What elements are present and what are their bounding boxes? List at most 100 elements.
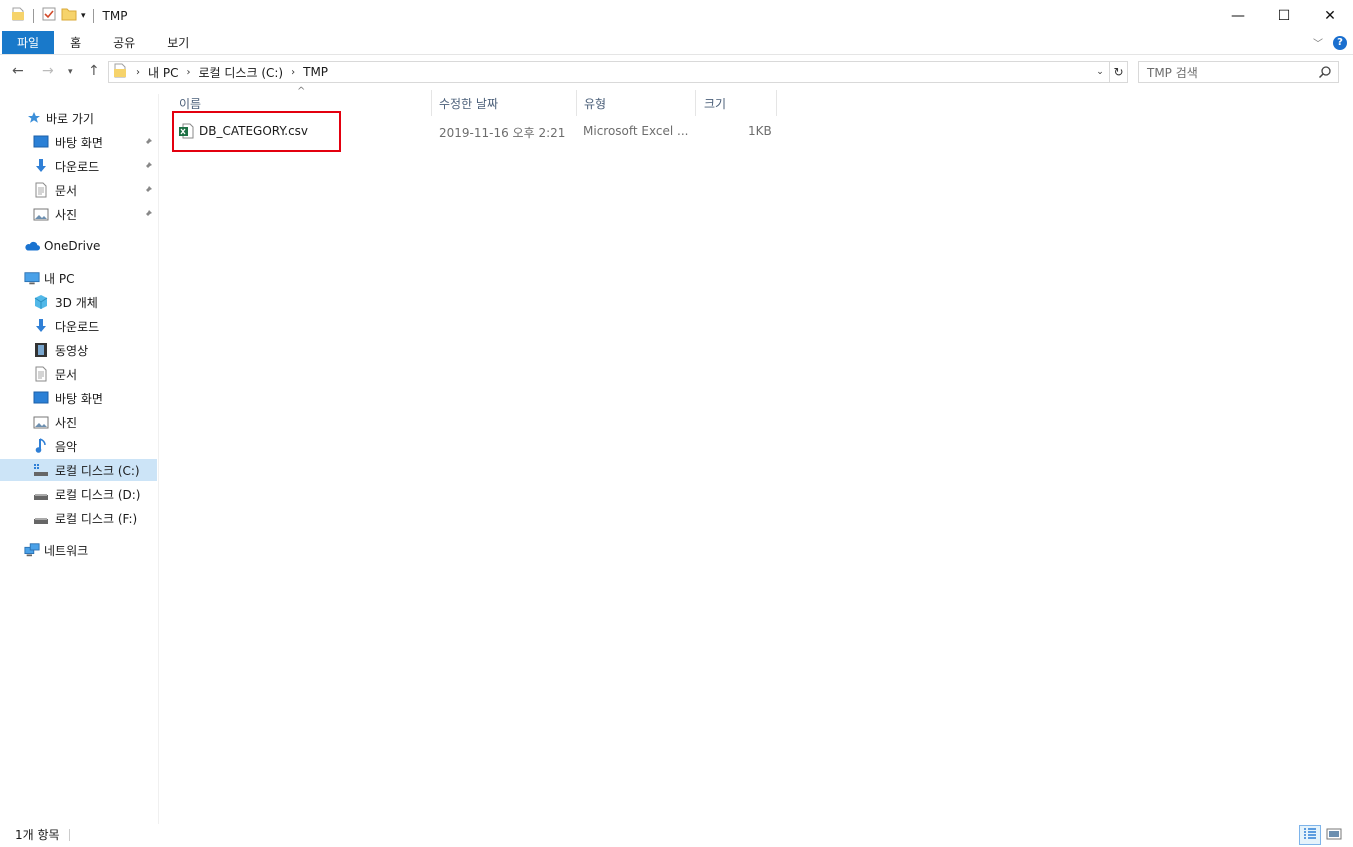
sidebar-item-pictures-pinned[interactable]: 사진 xyxy=(0,203,157,225)
up-arrow-icon[interactable]: ↑ xyxy=(88,63,100,79)
sidebar-item-downloads-pinned[interactable]: 다운로드 xyxy=(0,155,157,177)
drive-icon xyxy=(33,486,49,502)
sidebar-item-documents-pinned[interactable]: 문서 xyxy=(0,179,157,201)
file-type: Microsoft Excel ... xyxy=(583,124,689,138)
column-divider[interactable] xyxy=(776,90,777,116)
file-modified: 2019-11-16 오후 2:21 xyxy=(439,126,566,140)
sidebar-item-label: 내 PC xyxy=(44,271,75,286)
sidebar-item-quick-access[interactable]: 바로 가기 xyxy=(0,107,157,129)
sidebar-item-label: 다운로드 xyxy=(55,319,100,334)
details-view-icon xyxy=(1302,827,1318,844)
large-icons-view-button[interactable] xyxy=(1323,825,1345,845)
folder-icon xyxy=(112,63,128,82)
item-count: 1개 항목 xyxy=(15,828,60,842)
properties-icon[interactable] xyxy=(41,6,57,25)
pin-icon[interactable] xyxy=(143,160,153,174)
forward-arrow-icon[interactable]: → xyxy=(42,63,54,79)
breadcrumb-separator-icon[interactable]: › xyxy=(186,67,190,78)
network-icon xyxy=(24,542,40,558)
column-header-label: 유형 xyxy=(584,96,607,111)
minimize-button[interactable]: — xyxy=(1215,0,1261,31)
desktop-icon xyxy=(33,390,49,406)
details-view-button[interactable] xyxy=(1299,825,1321,845)
column-divider[interactable] xyxy=(431,90,432,116)
search-input[interactable]: TMP 검색 xyxy=(1138,61,1339,83)
sidebar-item-label: 문서 xyxy=(55,367,78,382)
document-icon xyxy=(33,366,49,382)
column-header-type[interactable]: 유형 xyxy=(584,90,694,116)
download-arrow-icon xyxy=(33,158,49,174)
quick-access-toolbar: ▾ xyxy=(10,6,97,25)
sidebar-item-label: 바로 가기 xyxy=(46,111,94,126)
sidebar-item-label: 로컬 디스크 (D:) xyxy=(55,487,141,502)
breadcrumb-local-disk[interactable]: 로컬 디스크 (C:) xyxy=(198,64,283,81)
highlight-box xyxy=(172,111,341,152)
sidebar-item-label: 3D 개체 xyxy=(55,295,98,310)
music-note-icon xyxy=(33,438,49,454)
sidebar-item-pictures[interactable]: 사진 xyxy=(0,411,157,433)
star-icon xyxy=(26,110,42,126)
tab-home[interactable]: 홈 xyxy=(54,31,97,54)
breadcrumb-tmp[interactable]: TMP xyxy=(303,65,328,79)
breadcrumb-separator-icon[interactable]: › xyxy=(136,67,140,78)
pin-icon[interactable] xyxy=(143,184,153,198)
download-arrow-icon xyxy=(33,318,49,334)
expand-ribbon-icon[interactable]: ﹀ xyxy=(1313,35,1323,50)
sidebar-item-desktop-pinned[interactable]: 바탕 화면 xyxy=(0,131,157,153)
sidebar-item-label: 사진 xyxy=(55,207,78,222)
sidebar-item-3d-objects[interactable]: 3D 개체 xyxy=(0,291,157,313)
new-folder-icon[interactable] xyxy=(61,6,77,25)
sidebar-item-music[interactable]: 음악 xyxy=(0,435,157,457)
sidebar-item-documents[interactable]: 문서 xyxy=(0,363,157,385)
recent-locations-icon[interactable]: ▾ xyxy=(68,67,73,77)
tab-file[interactable]: 파일 xyxy=(2,31,55,54)
pin-icon[interactable] xyxy=(143,208,153,222)
sidebar-item-local-disk-d[interactable]: 로컬 디스크 (D:) xyxy=(0,483,157,505)
folder-page-icon xyxy=(10,6,26,25)
sidebar-item-label: 로컬 디스크 (F:) xyxy=(55,511,138,526)
sidebar-item-videos[interactable]: 동영상 xyxy=(0,339,157,361)
tab-share[interactable]: 공유 xyxy=(97,31,151,54)
sidebar-item-onedrive[interactable]: OneDrive xyxy=(0,235,157,257)
help-icon[interactable]: ? xyxy=(1333,35,1347,50)
status-bar: 1개 항목 xyxy=(0,822,1353,847)
customize-toolbar-icon[interactable]: ▾ xyxy=(81,11,86,21)
column-header-label: 크기 xyxy=(704,96,727,111)
cube-icon xyxy=(33,294,49,310)
search-icon[interactable] xyxy=(1318,65,1332,82)
breadcrumb-this-pc[interactable]: 내 PC xyxy=(148,64,178,81)
breadcrumb-separator-icon[interactable]: › xyxy=(291,67,295,78)
pin-icon[interactable] xyxy=(143,136,153,150)
address-dropdown-icon[interactable]: ⌄ xyxy=(1091,67,1109,77)
sidebar-item-label: 바탕 화면 xyxy=(55,391,103,406)
large-icons-view-icon xyxy=(1326,827,1342,844)
close-button[interactable]: ✕ xyxy=(1307,0,1353,31)
column-divider[interactable] xyxy=(576,90,577,116)
refresh-icon[interactable]: ↻ xyxy=(1109,62,1127,82)
sidebar-item-label: 로컬 디스크 (C:) xyxy=(55,463,140,478)
sidebar-item-label: 동영상 xyxy=(55,343,89,358)
sidebar-item-label: 다운로드 xyxy=(55,159,100,174)
navigation-row: ← → ▾ ↑ › 내 PC › 로컬 디스크 (C:) › TMP ⌄ ↻ T… xyxy=(0,60,1353,86)
ribbon-tabs: 파일 홈 공유 보기 ﹀ ? xyxy=(0,31,1353,55)
sidebar-item-desktop[interactable]: 바탕 화면 xyxy=(0,387,157,409)
sidebar-item-local-disk-c[interactable]: 로컬 디스크 (C:) xyxy=(0,459,157,481)
sidebar-item-label: OneDrive xyxy=(44,239,101,253)
sidebar-item-this-pc[interactable]: 내 PC xyxy=(0,267,157,289)
sidebar-item-label: 네트워크 xyxy=(44,543,89,558)
sidebar-item-local-disk-f[interactable]: 로컬 디스크 (F:) xyxy=(0,507,157,529)
back-arrow-icon[interactable]: ← xyxy=(12,63,24,79)
computer-icon xyxy=(24,270,40,286)
tab-view[interactable]: 보기 xyxy=(151,31,205,54)
column-divider[interactable] xyxy=(695,90,696,116)
sidebar-item-label: 음악 xyxy=(55,439,78,454)
column-header-label: 수정한 날짜 xyxy=(439,96,499,111)
address-bar[interactable]: › 내 PC › 로컬 디스크 (C:) › TMP ⌄ ↻ xyxy=(108,61,1128,83)
column-header-label: 이름 xyxy=(179,96,202,111)
sidebar-item-network[interactable]: 네트워크 xyxy=(0,539,157,561)
column-header-size[interactable]: 크기 xyxy=(704,90,774,116)
window-title: TMP xyxy=(102,8,128,23)
column-header-modified[interactable]: 수정한 날짜 xyxy=(439,90,575,116)
sidebar-item-downloads[interactable]: 다운로드 xyxy=(0,315,157,337)
maximize-button[interactable]: ☐ xyxy=(1261,0,1307,31)
